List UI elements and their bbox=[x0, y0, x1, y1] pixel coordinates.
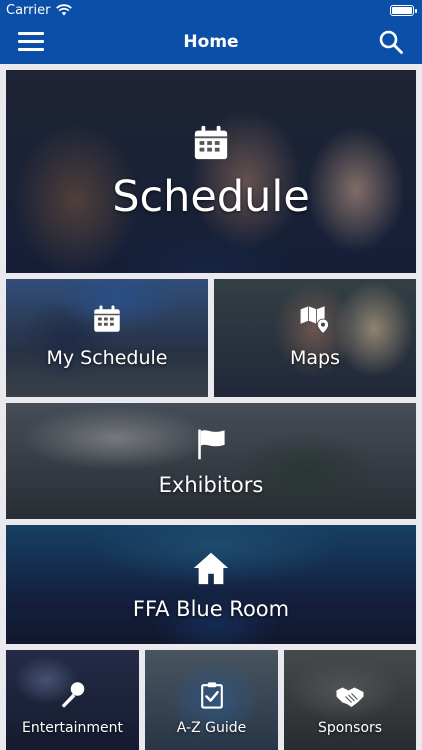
schedule-tile[interactable]: Schedule bbox=[6, 70, 416, 273]
calendar-icon bbox=[94, 305, 120, 332]
microphone-icon bbox=[61, 682, 84, 708]
handshake-icon bbox=[336, 687, 364, 707]
maps-label: Maps bbox=[290, 347, 340, 369]
maps-tile[interactable]: Maps bbox=[214, 279, 416, 397]
flag-icon bbox=[198, 429, 225, 460]
hamburger-menu-icon[interactable] bbox=[18, 32, 44, 52]
home-icon bbox=[193, 552, 229, 585]
az-guide-label: A-Z Guide bbox=[176, 720, 247, 736]
sponsors-label: Sponsors bbox=[317, 720, 383, 736]
blue-room-label: FFA Blue Room bbox=[132, 597, 290, 621]
nav-bar: Home bbox=[0, 20, 422, 64]
sponsors-tile[interactable]: Sponsors bbox=[284, 650, 416, 750]
carrier-label: Carrier bbox=[6, 2, 51, 18]
status-bar: Carrier bbox=[0, 0, 422, 20]
my-schedule-tile[interactable]: My Schedule bbox=[6, 279, 208, 397]
az-guide-tile[interactable]: A-Z Guide bbox=[145, 650, 278, 750]
schedule-label: Schedule bbox=[112, 172, 310, 222]
search-icon[interactable] bbox=[378, 29, 404, 55]
wifi-icon bbox=[56, 4, 73, 16]
entertainment-tile[interactable]: Entertainment bbox=[6, 650, 139, 750]
clipboard-check-icon bbox=[200, 682, 223, 709]
my-schedule-label: My Schedule bbox=[46, 347, 168, 369]
page-title: Home bbox=[183, 32, 239, 52]
exhibitors-label: Exhibitors bbox=[158, 473, 264, 497]
exhibitors-tile[interactable]: Exhibitors bbox=[6, 403, 416, 519]
battery-icon bbox=[390, 5, 417, 16]
blue-room-tile[interactable]: FFA Blue Room bbox=[6, 525, 416, 644]
entertainment-label: Entertainment bbox=[21, 720, 124, 736]
map-pin-icon bbox=[300, 306, 330, 334]
calendar-icon bbox=[194, 125, 228, 160]
